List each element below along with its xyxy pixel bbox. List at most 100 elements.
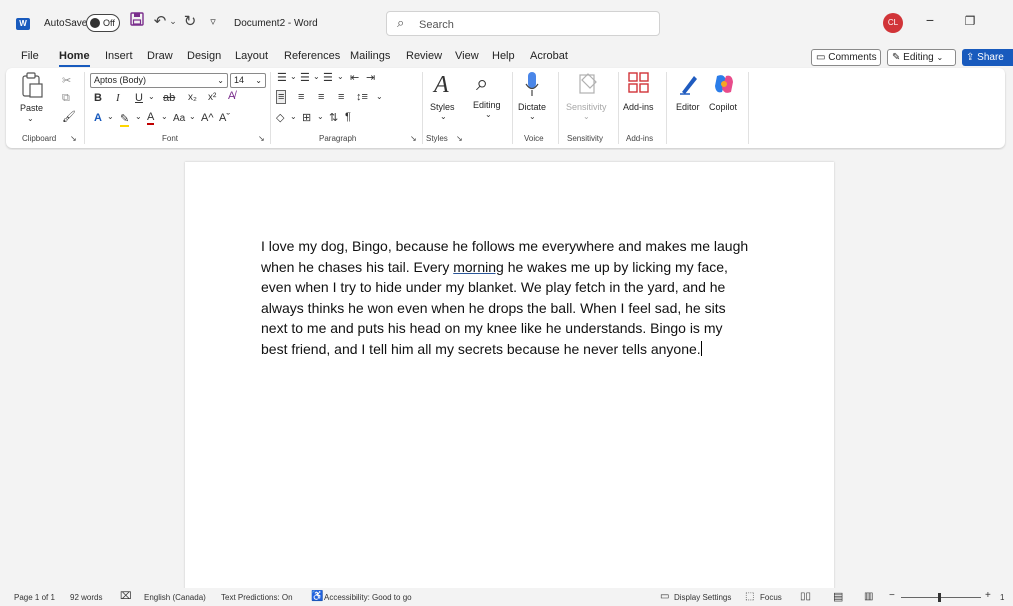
tab-review[interactable]: Review bbox=[406, 50, 442, 62]
search-icon[interactable]: ⌕ bbox=[476, 70, 488, 96]
chevron-down-icon[interactable]: ⌄ bbox=[107, 112, 114, 121]
underline-button[interactable]: U bbox=[135, 92, 143, 104]
sort-icon[interactable]: ⇅ bbox=[329, 111, 338, 124]
proofing-icon[interactable]: ⌧ bbox=[120, 591, 132, 602]
borders-icon[interactable]: ⊞ bbox=[302, 111, 311, 124]
tab-mailings[interactable]: Mailings bbox=[350, 50, 390, 62]
decrease-indent-icon[interactable]: ⇤ bbox=[350, 71, 359, 84]
minimize-icon[interactable]: − bbox=[920, 12, 940, 28]
copy-icon[interactable]: ⧉ bbox=[62, 92, 70, 105]
bullets-icon[interactable]: ☰ bbox=[277, 71, 287, 84]
font-color-icon[interactable]: A bbox=[147, 111, 155, 125]
tab-help[interactable]: Help bbox=[492, 50, 515, 62]
read-mode-icon[interactable]: ▯▯ bbox=[800, 591, 811, 602]
tab-insert[interactable]: Insert bbox=[105, 50, 133, 62]
chevron-down-icon[interactable]: ⌄ bbox=[317, 112, 324, 121]
text-effects-icon[interactable]: A bbox=[94, 112, 102, 124]
chevron-down-icon[interactable]: ⌄ bbox=[290, 112, 297, 121]
sensitivity-icon[interactable] bbox=[578, 72, 598, 96]
strikethrough-button[interactable]: ab bbox=[163, 92, 175, 104]
accessibility-status[interactable]: Accessibility: Good to go bbox=[324, 593, 412, 602]
chevron-down-icon[interactable]: ⌄ bbox=[290, 72, 297, 81]
tab-references[interactable]: References bbox=[284, 50, 340, 62]
chevron-down-icon[interactable]: ⌄ bbox=[583, 112, 590, 121]
page-count[interactable]: Page 1 of 1 bbox=[14, 593, 55, 602]
grow-font-button[interactable]: A^ bbox=[201, 112, 214, 124]
add-ins-icon[interactable] bbox=[628, 72, 650, 94]
document-body[interactable]: I love my dog, Bingo, because he follows… bbox=[261, 236, 761, 359]
tab-draw[interactable]: Draw bbox=[147, 50, 173, 62]
chevron-down-icon[interactable]: ⌄ bbox=[135, 112, 142, 121]
document-canvas[interactable]: I love my dog, Bingo, because he follows… bbox=[0, 150, 1013, 588]
avatar[interactable]: CL bbox=[883, 13, 903, 33]
paragraph-launcher-icon[interactable]: ↘ bbox=[410, 134, 417, 143]
sensitivity-button-label[interactable]: Sensitivity bbox=[566, 102, 607, 112]
styles-button-label[interactable]: Styles bbox=[430, 102, 455, 112]
chevron-down-icon[interactable]: ⌄ bbox=[313, 72, 320, 81]
restore-icon[interactable]: ❐ bbox=[960, 14, 980, 28]
word-count[interactable]: 92 words bbox=[70, 593, 102, 602]
font-name-select[interactable]: Aptos (Body) ⌄ bbox=[90, 73, 228, 88]
align-center-icon[interactable]: ≡ bbox=[298, 91, 304, 103]
editor-button-label[interactable]: Editor bbox=[676, 102, 700, 112]
share-button[interactable]: ⇪ Share bbox=[962, 49, 1013, 66]
justify-icon[interactable]: ≡ bbox=[338, 91, 344, 103]
customize-toolbar-icon[interactable]: ▿ bbox=[203, 15, 223, 28]
shrink-font-button[interactable]: Aˇ bbox=[219, 112, 230, 124]
chevron-down-icon[interactable]: ⌄ bbox=[189, 112, 196, 121]
align-left-icon[interactable]: ≡ bbox=[276, 90, 287, 104]
cut-icon[interactable]: ✂ bbox=[62, 74, 71, 87]
display-settings-button[interactable]: Display Settings bbox=[674, 593, 731, 602]
zoom-level[interactable]: 1 bbox=[1000, 593, 1004, 602]
redo-icon[interactable]: ↻ bbox=[180, 12, 200, 30]
chevron-down-icon[interactable]: ⌄ bbox=[485, 110, 492, 119]
font-size-select[interactable]: 14 ⌄ bbox=[230, 73, 266, 88]
zoom-slider-thumb[interactable] bbox=[938, 593, 941, 602]
bold-button[interactable]: B bbox=[94, 92, 102, 104]
font-launcher-icon[interactable]: ↘ bbox=[258, 134, 265, 143]
shading-icon[interactable]: ◇ bbox=[276, 111, 284, 124]
tab-home[interactable]: Home bbox=[59, 50, 90, 67]
tab-view[interactable]: View bbox=[455, 50, 479, 62]
styles-launcher-icon[interactable]: ↘ bbox=[456, 134, 463, 143]
autosave-toggle[interactable]: Off bbox=[86, 14, 120, 32]
align-right-icon[interactable]: ≡ bbox=[318, 91, 324, 103]
italic-button[interactable]: I bbox=[116, 92, 120, 104]
chevron-down-icon[interactable]: ⌄ bbox=[161, 112, 168, 121]
editing-button-label[interactable]: Editing bbox=[473, 100, 501, 110]
spelling-flagged-word[interactable]: morning bbox=[453, 259, 504, 275]
styles-icon[interactable]: A bbox=[434, 72, 449, 99]
text-predictions-status[interactable]: Text Predictions: On bbox=[221, 593, 293, 602]
tab-design[interactable]: Design bbox=[187, 50, 221, 62]
paste-dropdown-icon[interactable]: ⌄ bbox=[27, 114, 34, 123]
superscript-button[interactable]: x² bbox=[208, 92, 216, 103]
tab-acrobat[interactable]: Acrobat bbox=[530, 50, 568, 62]
multilevel-list-icon[interactable]: ☰ bbox=[323, 71, 333, 84]
zoom-slider-track[interactable] bbox=[901, 597, 981, 598]
numbering-icon[interactable]: ☰ bbox=[300, 71, 310, 84]
editor-icon[interactable] bbox=[678, 72, 700, 96]
format-painter-icon[interactable]: 🖌 bbox=[62, 110, 76, 123]
paste-button[interactable] bbox=[18, 72, 46, 101]
add-ins-button-label[interactable]: Add-ins bbox=[623, 102, 654, 112]
chevron-down-icon[interactable]: ⌄ bbox=[337, 72, 344, 81]
editing-mode-button[interactable]: ✎ Editing ⌄ bbox=[887, 49, 956, 66]
zoom-out-button[interactable]: − bbox=[889, 590, 895, 601]
show-formatting-icon[interactable]: ¶ bbox=[345, 111, 351, 123]
chevron-down-icon[interactable]: ⌄ bbox=[529, 112, 536, 121]
print-layout-icon[interactable]: ▤ bbox=[833, 590, 843, 603]
copilot-button-label[interactable]: Copilot bbox=[709, 102, 737, 112]
document-page[interactable]: I love my dog, Bingo, because he follows… bbox=[185, 162, 834, 588]
copilot-icon[interactable] bbox=[712, 72, 736, 96]
clipboard-launcher-icon[interactable]: ↘ bbox=[70, 134, 77, 143]
tab-layout[interactable]: Layout bbox=[235, 50, 268, 62]
focus-button[interactable]: Focus bbox=[760, 593, 782, 602]
change-case-button[interactable]: Aa bbox=[173, 113, 185, 124]
chevron-down-icon[interactable]: ⌄ bbox=[148, 92, 155, 101]
clear-formatting-icon[interactable]: A̸ bbox=[228, 90, 235, 102]
microphone-icon[interactable] bbox=[524, 71, 540, 99]
chevron-down-icon[interactable]: ⌄ bbox=[376, 92, 383, 101]
zoom-in-button[interactable]: + bbox=[985, 590, 991, 601]
web-layout-icon[interactable]: ▥ bbox=[864, 591, 873, 602]
save-icon[interactable] bbox=[127, 12, 147, 30]
